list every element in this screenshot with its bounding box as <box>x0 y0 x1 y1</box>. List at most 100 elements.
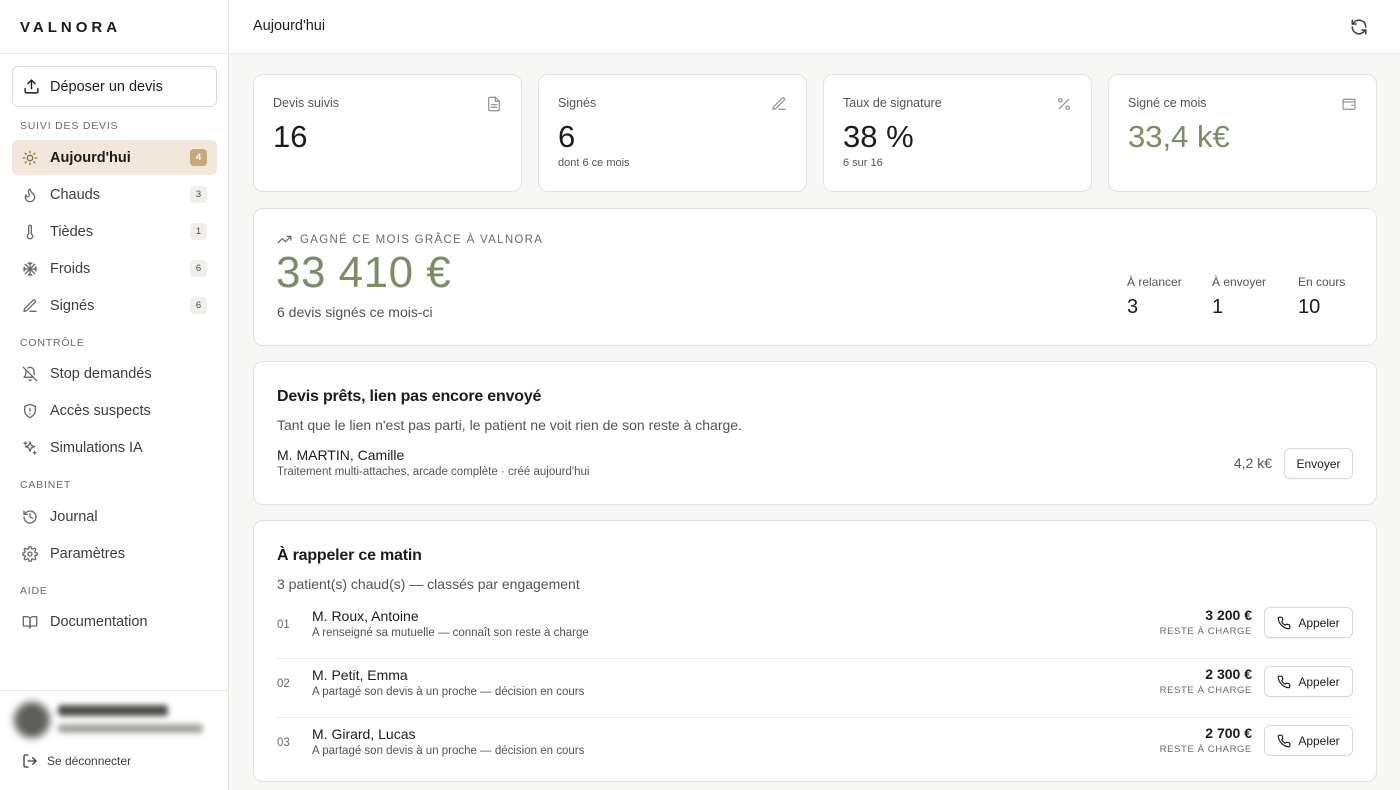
patient-info: M. Roux, Antoine A renseigné sa mutuelle… <box>312 608 589 639</box>
shield-icon <box>22 403 38 419</box>
stat-sub: dont 6 ce mois <box>558 157 630 169</box>
thermometer-icon <box>22 224 38 240</box>
sidebar-item-signed[interactable]: Signés 6 <box>12 288 217 323</box>
count-badge: 3 <box>190 186 207 203</box>
metric-label: En cours <box>1298 275 1346 289</box>
patient-note: A renseigné sa mutuelle — connaît son re… <box>312 627 589 639</box>
logout-icon <box>23 754 37 768</box>
sidebar-item-label: Simulations IA <box>50 439 143 456</box>
gain-title-text: GAGNÉ CE MOIS GRÂCE À VALNORA <box>300 233 544 246</box>
list-item: 01 M. Roux, Antoine A renseigné sa mutue… <box>277 600 1353 659</box>
patient-name: M. Roux, Antoine <box>312 608 419 624</box>
document-icon <box>488 96 500 112</box>
count-badge: 6 <box>190 260 207 277</box>
user-block: Se déconnecter <box>0 690 229 790</box>
sidebar-item-today[interactable]: Aujourd'hui 4 <box>12 140 217 175</box>
metric-value: 3 <box>1127 296 1139 318</box>
patient-name: M. Girard, Lucas <box>312 726 416 742</box>
sidebar-item-suspicious-access[interactable]: Accès suspects <box>12 393 217 428</box>
sidebar-item-warm[interactable]: Tièdes 1 <box>12 214 217 249</box>
sidebar-item-label: Stop demandés <box>50 365 152 382</box>
amount-value: 3 200 € <box>1205 607 1252 623</box>
flame-icon <box>22 187 38 203</box>
section-description: Tant que le lien n'est pas parti, le pat… <box>277 417 742 433</box>
sidebar-item-label: Chauds <box>50 186 100 203</box>
metric-value: 1 <box>1212 296 1224 318</box>
call-button[interactable]: Appeler <box>1264 607 1353 638</box>
monthly-gain-card: GAGNÉ CE MOIS GRÂCE À VALNORA 33 410 € 6… <box>253 208 1377 346</box>
book-icon <box>22 614 38 630</box>
sidebar-item-label: Paramètres <box>50 545 125 562</box>
refresh-icon[interactable] <box>1350 18 1368 36</box>
sidebar-item-label: Froids <box>50 260 91 277</box>
stat-label: Signé ce mois <box>1128 96 1207 110</box>
stat-label: Devis suivis <box>273 96 339 110</box>
amount-label: RESTE À CHARGE <box>1159 626 1252 637</box>
count-badge: 1 <box>190 223 207 240</box>
trending-up-icon <box>277 235 292 244</box>
top-bar: Aujourd'hui <box>229 0 1400 54</box>
brand-logo: VALNORA <box>0 0 228 54</box>
upload-icon <box>24 79 39 94</box>
avatar[interactable] <box>14 702 50 738</box>
stat-value: 6 <box>558 119 576 154</box>
upload-quote-label: Déposer un devis <box>50 78 163 95</box>
logout-button[interactable]: Se déconnecter <box>22 753 131 769</box>
sidebar-item-documentation[interactable]: Documentation <box>12 604 217 639</box>
send-button[interactable]: Envoyer <box>1284 448 1353 479</box>
pen-icon <box>772 97 786 110</box>
patient-info: M. MARTIN, Camille Traitement multi-atta… <box>277 447 589 478</box>
stat-card-tracked: Devis suivis 16 <box>253 74 522 192</box>
call-button-label: Appeler <box>1298 615 1340 630</box>
gain-title: GAGNÉ CE MOIS GRÂCE À VALNORA <box>277 232 543 247</box>
metric-to-send: À envoyer 1 <box>1212 275 1266 319</box>
call-button[interactable]: Appeler <box>1264 666 1353 697</box>
metric-in-progress: En cours 10 <box>1298 275 1345 319</box>
section-label-suivi: SUIVI DES DEVIS <box>20 120 119 132</box>
patient-note: A partagé son devis à un proche — décisi… <box>312 745 585 757</box>
patient-note: A partagé son devis à un proche — décisi… <box>312 686 585 698</box>
gain-subtitle: 6 devis signés ce mois-ci <box>277 304 433 320</box>
stat-value: 33,4 k€ <box>1128 119 1230 154</box>
sidebar-item-hot[interactable]: Chauds 3 <box>12 177 217 212</box>
metric-label: À envoyer <box>1212 275 1267 289</box>
sidebar-item-settings[interactable]: Paramètres <box>12 536 217 571</box>
callback-card: À rappeler ce matin 3 patient(s) chaud(s… <box>253 520 1377 782</box>
upload-quote-button[interactable]: Déposer un devis <box>12 66 217 107</box>
sidebar-item-label: Signés <box>50 297 95 314</box>
row-index: 02 <box>277 678 290 690</box>
snowflake-icon <box>22 261 38 277</box>
metric-value: 10 <box>1298 296 1321 318</box>
amount-value: 2 700 € <box>1205 725 1252 741</box>
sidebar-item-ai-simulations[interactable]: Simulations IA <box>12 430 217 465</box>
stat-card-month: Signé ce mois 33,4 k€ <box>1108 74 1377 192</box>
stat-value: 16 <box>273 119 308 154</box>
patient-amount: 4,2 k€ <box>1233 455 1272 471</box>
metric-label: À relancer <box>1127 275 1182 289</box>
row-index: 01 <box>277 619 290 631</box>
call-button-label: Appeler <box>1298 733 1340 748</box>
list-item: 03 M. Girard, Lucas A partagé son devis … <box>277 718 1353 777</box>
patient-info: M. Petit, Emma A partagé son devis à un … <box>312 667 584 698</box>
stat-label: Signés <box>558 96 597 110</box>
remaining-amount: 3 200 € RESTE À CHARGE <box>1160 607 1252 637</box>
remaining-amount: 2 300 € RESTE À CHARGE <box>1160 666 1252 696</box>
stat-label: Taux de signature <box>843 96 942 110</box>
sidebar-item-stop-requests[interactable]: Stop demandés <box>12 356 217 391</box>
amount-value: 2 300 € <box>1205 666 1252 682</box>
sparkles-icon <box>22 440 38 456</box>
percent-icon <box>1058 98 1070 110</box>
sidebar-item-cold[interactable]: Froids 6 <box>12 251 217 286</box>
sidebar-item-label: Tièdes <box>50 223 93 240</box>
call-button[interactable]: Appeler <box>1264 725 1353 756</box>
pen-icon <box>22 298 38 314</box>
stat-card-signed: Signés 6 dont 6 ce mois <box>538 74 807 192</box>
bell-off-icon <box>22 366 38 382</box>
call-button-label: Appeler <box>1298 674 1340 689</box>
patient-name: M. Petit, Emma <box>312 667 408 683</box>
sidebar-item-journal[interactable]: Journal <box>12 499 217 534</box>
row-index: 03 <box>277 737 290 749</box>
gain-amount: 33 410 € <box>276 248 452 297</box>
page-title: Aujourd'hui <box>253 18 326 34</box>
history-icon <box>22 509 38 525</box>
